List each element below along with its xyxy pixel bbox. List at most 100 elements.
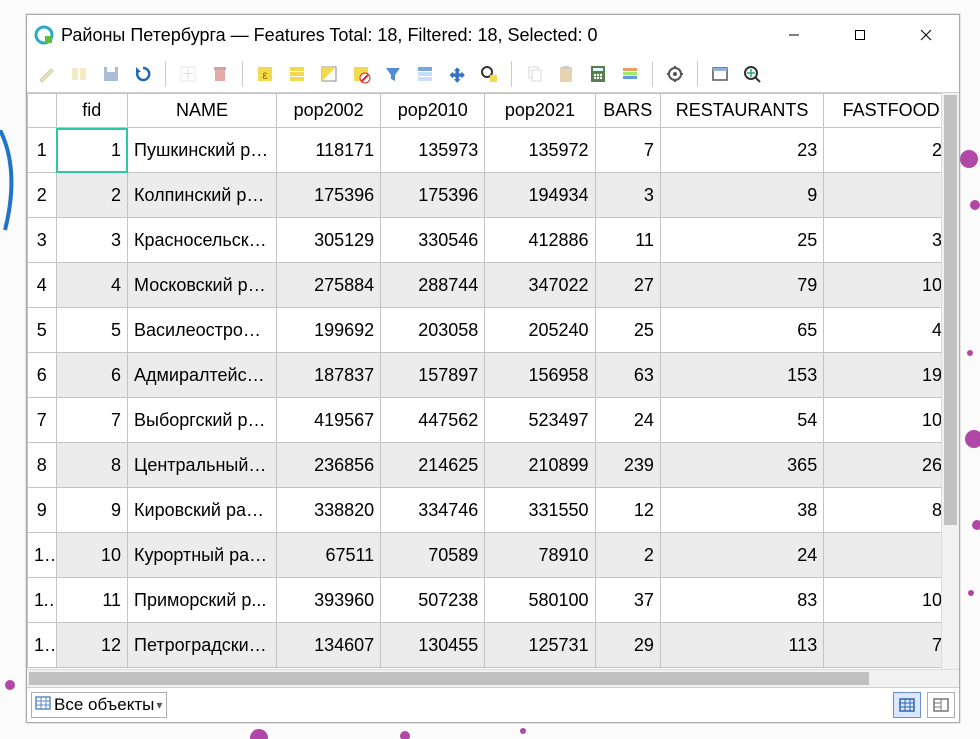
cell[interactable]: 83 xyxy=(660,578,823,623)
cell[interactable]: Московский ра... xyxy=(128,263,277,308)
cell[interactable]: 54 xyxy=(660,398,823,443)
table-row[interactable]: 33Красносельски...3051293305464128861125… xyxy=(28,218,959,263)
move-selection-to-top-button[interactable] xyxy=(411,60,439,88)
cell[interactable]: 5 xyxy=(56,308,127,353)
cell[interactable]: 347022 xyxy=(485,263,595,308)
horizontal-scrollbar[interactable] xyxy=(27,669,959,687)
cell[interactable]: 7 xyxy=(595,128,660,173)
col-header-fid[interactable]: fid xyxy=(56,94,127,128)
table-row[interactable]: 66Адмиралтейски...1878371578971569586315… xyxy=(28,353,959,398)
deselect-all-button[interactable] xyxy=(347,60,375,88)
cell[interactable]: 82 xyxy=(824,488,959,533)
cell[interactable]: 25 xyxy=(595,308,660,353)
cell[interactable]: 203058 xyxy=(381,308,485,353)
cell[interactable]: 214625 xyxy=(381,443,485,488)
delete-selected-button[interactable] xyxy=(206,60,234,88)
col-header-bars[interactable]: BARS xyxy=(595,94,660,128)
cell[interactable]: 157897 xyxy=(381,353,485,398)
cell[interactable]: 70589 xyxy=(381,533,485,578)
row-header[interactable]: 10 xyxy=(28,533,57,578)
close-button[interactable] xyxy=(893,15,959,55)
add-feature-button[interactable]: ＋ xyxy=(174,60,202,88)
row-header[interactable]: 4 xyxy=(28,263,57,308)
cell[interactable]: 447562 xyxy=(381,398,485,443)
cell[interactable]: 65 xyxy=(660,308,823,353)
table-row[interactable]: 88Центральный р...2368562146252108992393… xyxy=(28,443,959,488)
cell[interactable]: Адмиралтейски... xyxy=(128,353,277,398)
cell[interactable]: 29 xyxy=(595,623,660,668)
cell[interactable]: 3 xyxy=(56,218,127,263)
cell[interactable]: 175396 xyxy=(277,173,381,218)
cell[interactable]: Центральный р... xyxy=(128,443,277,488)
cell[interactable]: 9 xyxy=(56,488,127,533)
cell[interactable]: 330546 xyxy=(381,218,485,263)
cell[interactable]: 63 xyxy=(595,353,660,398)
cell[interactable]: 11 xyxy=(56,578,127,623)
organize-columns-button[interactable] xyxy=(738,60,766,88)
row-header[interactable]: 9 xyxy=(28,488,57,533)
cell[interactable]: Приморский р... xyxy=(128,578,277,623)
row-header[interactable]: 3 xyxy=(28,218,57,263)
row-header[interactable]: 1 xyxy=(28,128,57,173)
row-header[interactable]: 11 xyxy=(28,578,57,623)
cell[interactable]: 135973 xyxy=(381,128,485,173)
cell[interactable]: 393960 xyxy=(277,578,381,623)
paste-button[interactable] xyxy=(552,60,580,88)
cell[interactable]: Петроградский... xyxy=(128,623,277,668)
cell[interactable]: 24 xyxy=(660,533,823,578)
pan-to-selected-button[interactable] xyxy=(443,60,471,88)
cell[interactable]: 67511 xyxy=(277,533,381,578)
cell[interactable]: 130455 xyxy=(381,623,485,668)
cell[interactable]: 11 xyxy=(595,218,660,263)
row-header[interactable]: 12 xyxy=(28,623,57,668)
col-header-pop2002[interactable]: pop2002 xyxy=(277,94,381,128)
cell[interactable]: 192 xyxy=(824,353,959,398)
col-header-restaurants[interactable]: RESTAURANTS xyxy=(660,94,823,128)
table-row[interactable]: 22Колпинский ра...175396175396194934399 xyxy=(28,173,959,218)
cell[interactable]: 104 xyxy=(824,263,959,308)
multi-edit-button[interactable] xyxy=(65,60,93,88)
cell[interactable]: 236856 xyxy=(277,443,381,488)
cell[interactable]: 153 xyxy=(660,353,823,398)
cell[interactable]: 239 xyxy=(595,443,660,488)
cell[interactable]: 194934 xyxy=(485,173,595,218)
cell[interactable]: 2 xyxy=(56,173,127,218)
row-header[interactable]: 8 xyxy=(28,443,57,488)
toggle-editing-button[interactable] xyxy=(33,60,61,88)
cell[interactable]: 334746 xyxy=(381,488,485,533)
cell[interactable]: 12 xyxy=(56,623,127,668)
table-row[interactable]: 11Пушкинский ра...1181711359731359727232… xyxy=(28,128,959,173)
cell[interactable]: 24 xyxy=(595,398,660,443)
cell[interactable]: 6 xyxy=(56,353,127,398)
table-row[interactable]: 55Василеостровс...1996922030582052402565… xyxy=(28,308,959,353)
cell[interactable]: 419567 xyxy=(277,398,381,443)
cell[interactable]: 305129 xyxy=(277,218,381,263)
cell[interactable]: 38 xyxy=(660,488,823,533)
cell[interactable]: 4 xyxy=(824,533,959,578)
dock-window-button[interactable] xyxy=(706,60,734,88)
row-header[interactable]: 7 xyxy=(28,398,57,443)
cell[interactable]: 507238 xyxy=(381,578,485,623)
cell[interactable]: 1 xyxy=(56,128,127,173)
cell[interactable]: 135972 xyxy=(485,128,595,173)
table-row[interactable]: 44Московский ра...2758842887443470222779… xyxy=(28,263,959,308)
reload-button[interactable] xyxy=(129,60,157,88)
select-by-expression-button[interactable]: ε xyxy=(251,60,279,88)
cell[interactable]: 4 xyxy=(56,263,127,308)
cell[interactable]: 338820 xyxy=(277,488,381,533)
row-header[interactable]: 2 xyxy=(28,173,57,218)
cell[interactable]: 125731 xyxy=(485,623,595,668)
cell[interactable]: Василеостровс... xyxy=(128,308,277,353)
table-view-button[interactable] xyxy=(893,692,921,718)
cell[interactable]: 523497 xyxy=(485,398,595,443)
cell[interactable]: Пушкинский ра... xyxy=(128,128,277,173)
cell[interactable]: 331550 xyxy=(485,488,595,533)
cell[interactable]: 288744 xyxy=(381,263,485,308)
col-header-pop2021[interactable]: pop2021 xyxy=(485,94,595,128)
row-header[interactable]: 6 xyxy=(28,353,57,398)
cell[interactable]: 27 xyxy=(595,263,660,308)
col-header-name[interactable]: NAME xyxy=(128,94,277,128)
cell[interactable]: 8 xyxy=(56,443,127,488)
cell[interactable]: Красносельски... xyxy=(128,218,277,263)
form-view-button[interactable] xyxy=(927,692,955,718)
